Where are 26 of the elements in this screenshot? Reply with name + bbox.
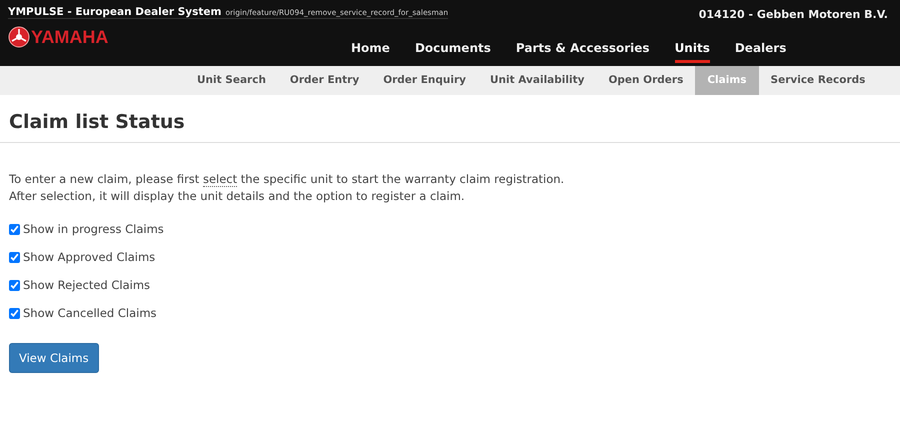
dealer-name: 014120 - Gebben Motoren B.V. (698, 8, 888, 20)
main-nav-link[interactable]: Dealers (734, 41, 786, 63)
sub-nav-tab[interactable]: Unit Search (185, 66, 278, 95)
checkbox-label: Show Cancelled Claims (23, 306, 157, 320)
view-claims-button[interactable]: View Claims (9, 343, 99, 373)
main-nav-link[interactable]: Parts & Accessories (516, 41, 650, 63)
term-link[interactable]: select (202, 172, 238, 187)
sub-nav-tab[interactable]: Order Enquiry (371, 66, 478, 95)
main-nav-link[interactable]: Units (674, 41, 710, 63)
checkbox[interactable] (9, 224, 20, 234)
sub-nav-tab[interactable]: Order Entry (278, 66, 372, 95)
main-nav-link[interactable]: Documents (414, 41, 491, 63)
intro-text: To enter a new claim, please first select the specific unit to start the warranty claim registration. After selection, it will display the unit details and the option to register a claim. (9, 171, 566, 205)
sub-nav-tab[interactable]: Unit Availability (478, 66, 596, 95)
checkbox[interactable] (9, 308, 20, 318)
brand-logo[interactable]: YAMAHA (31, 26, 108, 48)
checkbox[interactable] (9, 280, 20, 290)
checkbox-label: Show Approved Claims (23, 250, 156, 264)
sub-nav-tab[interactable]: Service Records (758, 66, 878, 95)
page-title: Claim list Status (0, 95, 900, 143)
checkbox[interactable] (9, 252, 20, 262)
main-nav-link[interactable]: Home (351, 41, 390, 63)
sub-nav-tab[interactable]: Open Orders (596, 66, 696, 95)
app-title: YMPULSE - European Dealer System (8, 6, 222, 18)
checkbox-label: Show Rejected Claims (23, 278, 150, 292)
checkbox-label: Show in progress Claims (23, 222, 164, 236)
